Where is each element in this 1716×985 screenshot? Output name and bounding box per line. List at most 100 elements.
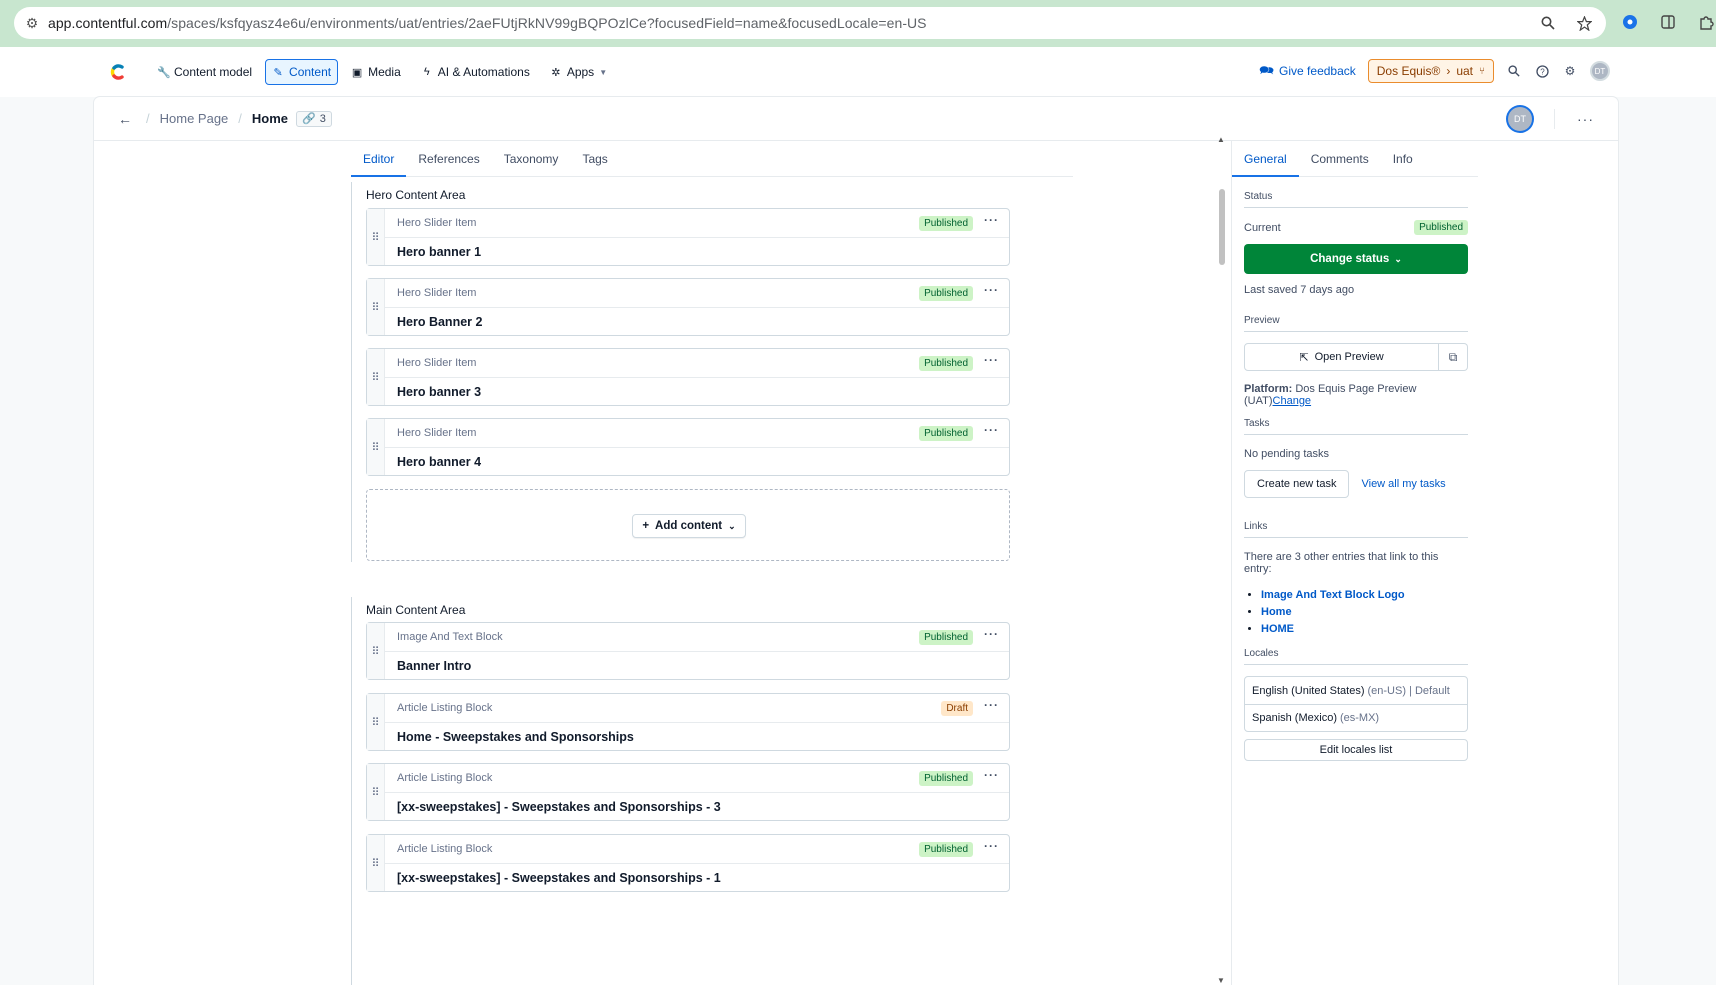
reference-card[interactable]: ⠿ Hero Slider Item Published ··· Hero ba… <box>366 418 1010 476</box>
reference-card[interactable]: ⠿ Article Listing Block Published ··· [x… <box>366 834 1010 892</box>
card-menu-icon[interactable]: ··· <box>984 698 999 712</box>
incoming-link[interactable]: Home <box>1261 606 1292 618</box>
tasks-section: Tasks No pending tasks Create new task V… <box>1244 418 1468 498</box>
sidebar-tabs: General Comments Info <box>1232 141 1478 177</box>
editor-scrollbar[interactable]: ▲ ▼ <box>1217 135 1225 985</box>
site-settings-icon[interactable]: ⚙ <box>16 15 48 32</box>
reference-card[interactable]: ⠿ Hero Slider Item Published ··· Hero ba… <box>366 208 1010 266</box>
drag-handle-icon[interactable]: ⠿ <box>367 419 385 475</box>
section-heading: Locales <box>1244 648 1468 665</box>
back-arrow-icon[interactable]: ← <box>118 111 136 127</box>
card-menu-icon[interactable]: ··· <box>984 353 999 367</box>
scrollbar-thumb[interactable] <box>1219 189 1225 265</box>
give-feedback-link[interactable]: 🗪 Give feedback <box>1259 61 1356 82</box>
edit-locales-button[interactable]: Edit locales list <box>1244 739 1468 761</box>
puzzle-icon: ✲ <box>551 66 561 79</box>
search-icon[interactable] <box>1506 63 1522 79</box>
drag-handle-icon[interactable]: ⠿ <box>367 209 385 265</box>
nav-content[interactable]: ✎ Content <box>265 59 339 85</box>
incoming-link[interactable]: Image And Text Block Logo <box>1261 589 1405 601</box>
drag-handle-icon[interactable]: ⠿ <box>367 694 385 750</box>
drag-handle-icon[interactable]: ⠿ <box>367 835 385 891</box>
tab-tags[interactable]: Tags <box>570 141 619 177</box>
locale-row: Spanish (Mexico) (es-MX) <box>1245 704 1467 731</box>
contentful-logo[interactable] <box>108 62 128 82</box>
card-menu-icon[interactable]: ··· <box>984 423 999 437</box>
card-menu-icon[interactable]: ··· <box>984 627 999 641</box>
wrench-icon: 🔧 <box>157 66 171 79</box>
breadcrumb-separator: / <box>146 111 150 126</box>
extension-eye-icon[interactable] <box>1620 12 1640 32</box>
status-badge: Published <box>919 842 973 857</box>
scroll-up-arrow-icon[interactable]: ▲ <box>1217 135 1225 144</box>
reference-card[interactable]: ⠿ Hero Slider Item Published ··· Hero Ba… <box>366 278 1010 336</box>
tab-info[interactable]: Info <box>1381 141 1425 177</box>
divider <box>1554 109 1555 129</box>
content-type-label: Hero Slider Item <box>397 357 477 369</box>
field-main-content-area: Main Content Area ⠿ Image And Text Block… <box>351 597 1011 985</box>
editor-tabs: Editor References Taxonomy Tags <box>351 141 1073 177</box>
locales-section: Locales English (United States) (en-US) |… <box>1244 648 1468 761</box>
address-bar[interactable]: ⚙ app.contentful.com/spaces/ksfqyasz4e6u… <box>14 7 1606 39</box>
incoming-links-badge[interactable]: 🔗 3 <box>296 110 332 127</box>
status-badge: Published <box>919 426 973 441</box>
drag-handle-icon[interactable]: ⠿ <box>367 279 385 335</box>
breadcrumb-parent[interactable]: Home Page <box>160 111 229 126</box>
tab-references[interactable]: References <box>406 141 491 177</box>
app-top-nav: 🔧 Content model ✎ Content ▣ Media ϟ AI & Aut… <box>0 47 1716 97</box>
last-saved-text: Last saved 7 days ago <box>1244 284 1355 296</box>
status-badge: Published <box>919 630 973 645</box>
more-options-icon[interactable]: ··· <box>1577 111 1594 127</box>
url-text[interactable]: app.contentful.com/spaces/ksfqyasz4e6u/e… <box>48 15 927 31</box>
drag-handle-icon[interactable]: ⠿ <box>367 623 385 679</box>
entry-title: Hero Banner 2 <box>397 315 483 329</box>
tab-comments[interactable]: Comments <box>1299 141 1381 177</box>
reference-card[interactable]: ⠿ Image And Text Block Published ··· Ban… <box>366 622 1010 680</box>
view-all-tasks-link[interactable]: View all my tasks <box>1361 478 1445 490</box>
card-menu-icon[interactable]: ··· <box>984 283 999 297</box>
extensions-puzzle-icon[interactable] <box>1696 12 1716 32</box>
tab-taxonomy[interactable]: Taxonomy <box>492 141 571 177</box>
help-icon[interactable]: ? <box>1534 63 1550 79</box>
pencil-icon: ✎ <box>273 66 283 79</box>
drag-handle-icon[interactable]: ⠿ <box>367 764 385 820</box>
external-link-icon: ⇱ <box>1299 351 1309 364</box>
reference-card[interactable]: ⠿ Hero Slider Item Published ··· Hero ba… <box>366 348 1010 406</box>
user-avatar[interactable]: DT <box>1590 61 1610 81</box>
platform-change-link[interactable]: Change <box>1273 395 1312 407</box>
zoom-icon[interactable] <box>1538 13 1558 33</box>
list-item: HOME <box>1261 623 1468 635</box>
nav-ai-automations[interactable]: ϟ AI & Automations <box>414 59 537 85</box>
card-menu-icon[interactable]: ··· <box>984 839 999 853</box>
drag-handle-icon[interactable]: ⠿ <box>367 349 385 405</box>
space-environment-switcher[interactable]: Dos Equis® › uat ⑂ <box>1367 59 1494 83</box>
content-type-label: Article Listing Block <box>397 772 493 784</box>
nav-media[interactable]: ▣ Media <box>344 59 408 85</box>
gear-icon[interactable]: ⚙ <box>1562 63 1578 79</box>
scroll-down-arrow-icon[interactable]: ▼ <box>1217 976 1225 985</box>
side-panel-icon[interactable] <box>1658 12 1678 32</box>
nav-content-model[interactable]: 🔧 Content model <box>150 59 259 85</box>
svg-text:?: ? <box>1540 67 1545 76</box>
nav-apps[interactable]: ✲ Apps ▼ <box>543 59 614 85</box>
copy-icon[interactable]: ⧉ <box>1439 343 1468 371</box>
add-content-button[interactable]: + Add content ⌄ <box>632 514 746 538</box>
links-summary: There are 3 other entries that link to t… <box>1244 551 1439 575</box>
section-heading: Status <box>1244 191 1468 208</box>
tab-general[interactable]: General <box>1232 141 1299 177</box>
incoming-link[interactable]: HOME <box>1261 623 1294 635</box>
card-menu-icon[interactable]: ··· <box>984 213 999 227</box>
change-status-button[interactable]: Change status ⌄ <box>1244 244 1468 274</box>
create-task-button[interactable]: Create new task <box>1244 470 1350 498</box>
reference-card[interactable]: ⠿ Article Listing Block Draft ··· Home -… <box>366 693 1010 751</box>
card-menu-icon[interactable]: ··· <box>984 768 999 782</box>
collaborator-avatar[interactable]: DT <box>1508 107 1532 131</box>
open-preview-button[interactable]: ⇱ Open Preview <box>1244 343 1439 371</box>
bookmark-star-icon[interactable] <box>1574 13 1594 33</box>
tab-editor[interactable]: Editor <box>351 141 407 177</box>
environment-name: uat <box>1456 64 1473 78</box>
branch-icon: ⑂ <box>1479 65 1485 77</box>
link-icon: 🔗 <box>302 113 316 125</box>
content-type-label: Hero Slider Item <box>397 217 477 229</box>
reference-card[interactable]: ⠿ Article Listing Block Published ··· [x… <box>366 763 1010 821</box>
